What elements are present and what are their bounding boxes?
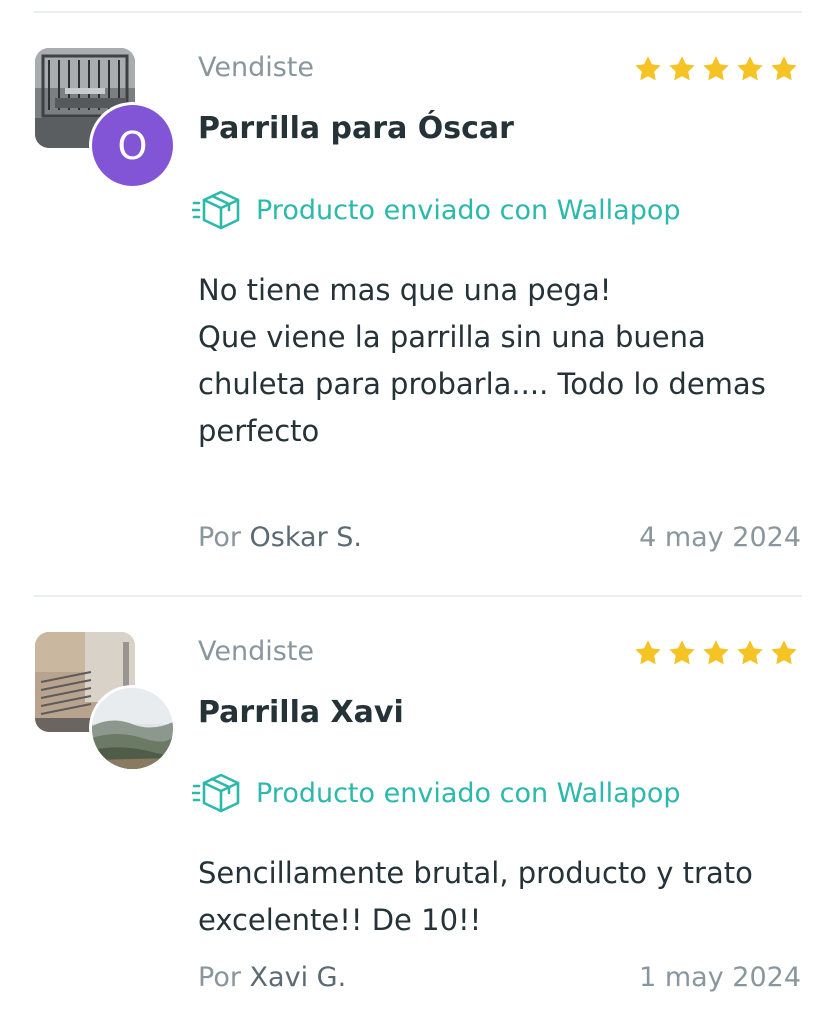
shipped-badge: Producto enviado con Wallapop (192, 189, 681, 231)
avatar-letter: O (117, 123, 148, 168)
reviews-page: O Vendiste Parrilla para Óscar Producto … (0, 0, 837, 1024)
status-label: Vendiste (198, 52, 315, 83)
rating-stars (633, 638, 799, 668)
star-icon (635, 56, 661, 81)
star-icon (703, 640, 729, 665)
star-icon (737, 640, 763, 665)
review-title: Parrilla para Óscar (198, 111, 514, 146)
author-name[interactable]: Oskar S. (250, 522, 362, 553)
divider (34, 595, 802, 597)
landscape-photo-icon (92, 688, 173, 769)
shipped-badge: Producto enviado con Wallapop (192, 772, 681, 814)
star-icon (669, 640, 695, 665)
review-author: Por Xavi G. (198, 962, 346, 993)
review-comment: Sencillamente brutal, producto y trato e… (198, 856, 753, 937)
author-name[interactable]: Xavi G. (250, 962, 347, 993)
star-icon (771, 640, 797, 665)
by-prefix: Por (198, 962, 241, 993)
status-label: Vendiste (198, 636, 315, 667)
shipped-label: Producto enviado con Wallapop (256, 194, 681, 226)
review-date: 1 may 2024 (639, 962, 801, 993)
rating-stars (633, 54, 799, 84)
avatar[interactable]: O (89, 102, 176, 189)
review-title: Parrilla Xavi (198, 695, 404, 730)
star-icon (635, 640, 661, 665)
star-icon (703, 56, 729, 81)
by-prefix: Por (198, 522, 241, 553)
avatar[interactable] (89, 685, 176, 772)
box-delivery-icon (192, 190, 240, 230)
review-author: Por Oskar S. (198, 522, 362, 553)
star-icon (737, 56, 763, 81)
star-icon (669, 56, 695, 81)
box-delivery-icon (192, 773, 240, 813)
star-icon (771, 56, 797, 81)
review-comment: No tiene mas que una pega! Que viene la … (198, 273, 766, 448)
review-date: 4 may 2024 (639, 522, 801, 553)
divider (34, 11, 802, 13)
shipped-label: Producto enviado con Wallapop (256, 777, 681, 809)
